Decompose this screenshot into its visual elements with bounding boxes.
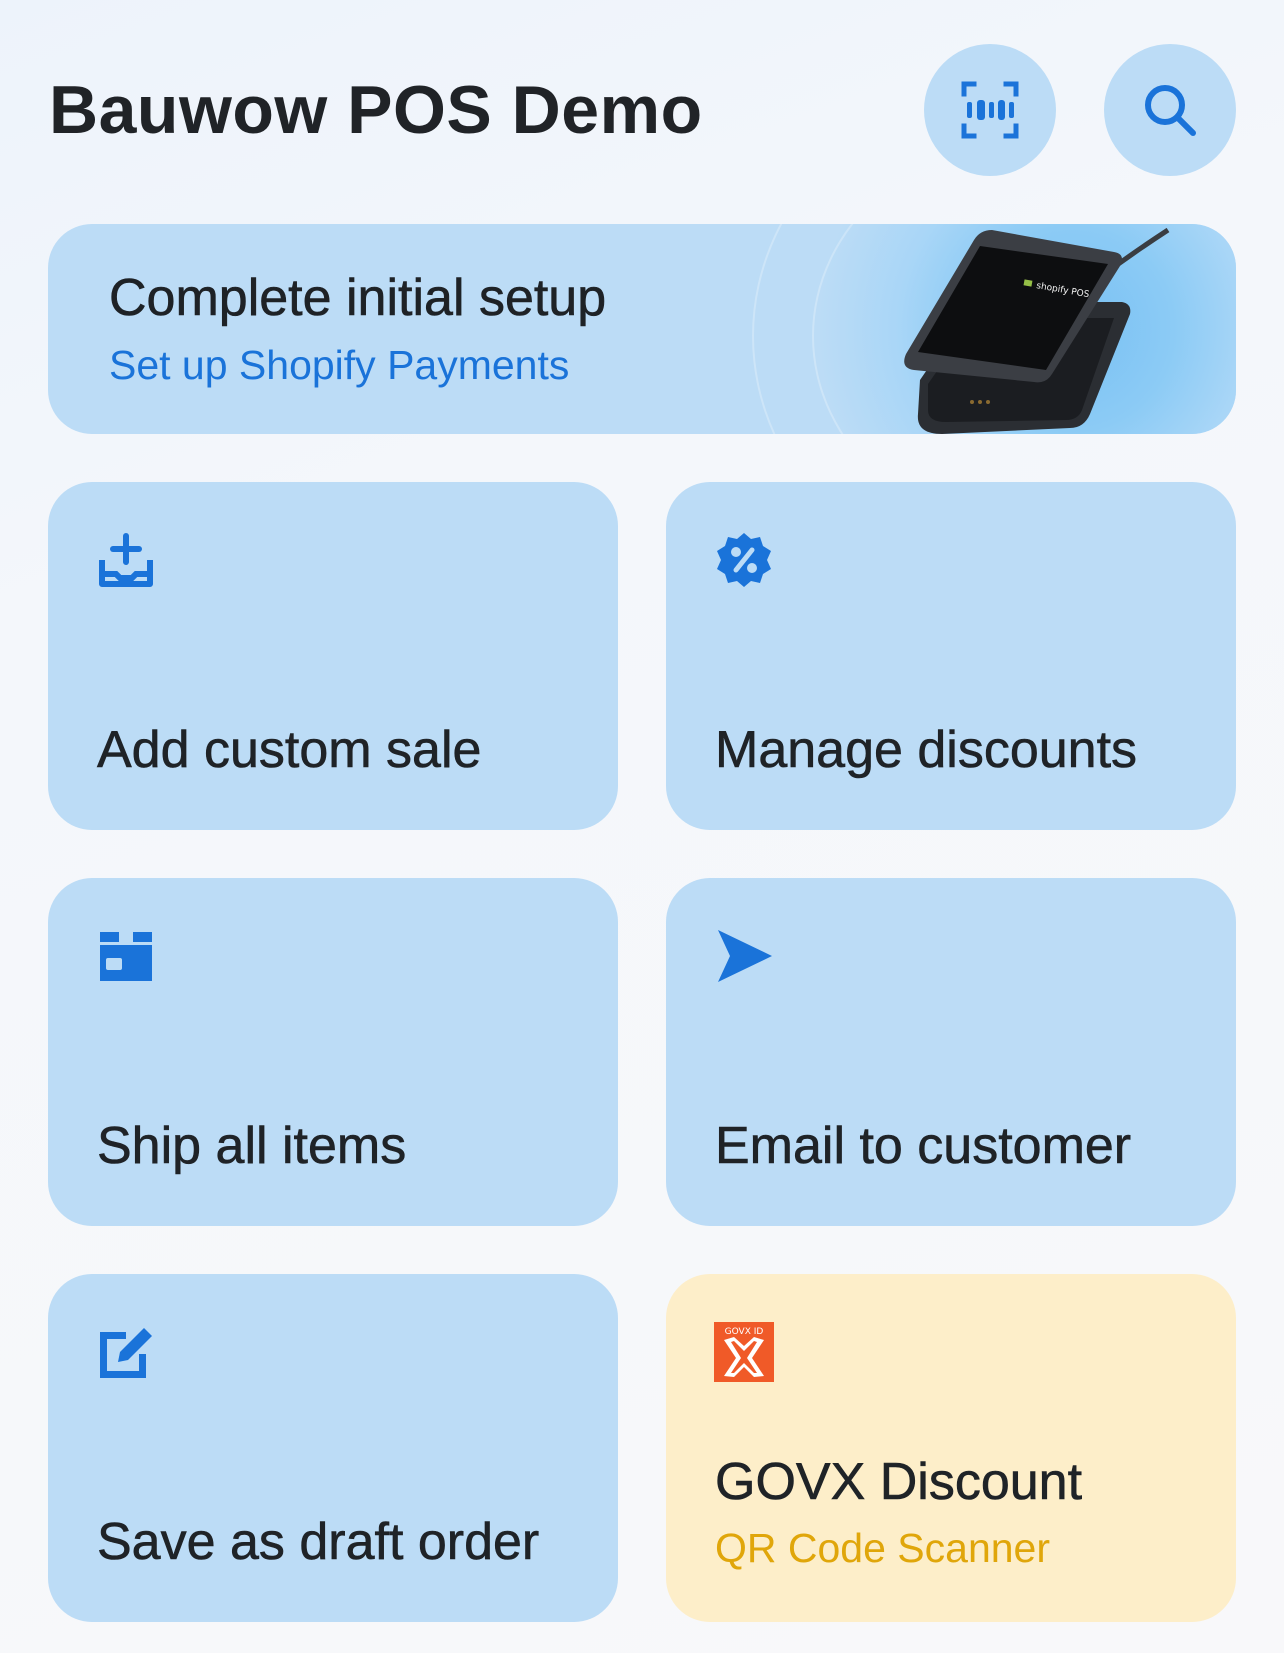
search-button[interactable]: [1104, 44, 1236, 176]
govx-discount-tile[interactable]: GOVX ID GOVX Discount QR Code Scanner: [666, 1274, 1236, 1622]
edit-note-icon: [100, 1328, 152, 1378]
govx-id-logo-icon: GOVX ID: [714, 1322, 774, 1382]
discount-badge-icon: [717, 533, 771, 587]
tile-label: Ship all items: [97, 1117, 407, 1176]
tile-label: Add custom sale: [97, 721, 482, 780]
setup-banner[interactable]: Complete initial setup Set up Shopify Pa…: [48, 224, 1236, 434]
tile-label: GOVX Discount: [715, 1453, 1083, 1512]
save-as-draft-order-tile[interactable]: Save as draft order: [48, 1274, 618, 1622]
package-icon: [100, 932, 152, 981]
tray-plus-icon: [99, 533, 153, 587]
tile-label: Save as draft order: [97, 1513, 540, 1572]
logo-text: GOVX ID: [725, 1327, 764, 1337]
scan-button[interactable]: [924, 44, 1056, 176]
tile-label: Manage discounts: [715, 721, 1138, 780]
tile-subtitle: QR Code Scanner: [715, 1525, 1051, 1571]
add-custom-sale-tile[interactable]: Add custom sale: [48, 482, 618, 830]
search-icon: [1145, 85, 1196, 136]
barcode-scan-icon: [961, 81, 1019, 139]
setup-payments-link[interactable]: Set up Shopify Payments: [109, 341, 569, 389]
manage-discounts-tile[interactable]: Manage discounts: [666, 482, 1236, 830]
send-icon: [718, 930, 772, 982]
ship-all-items-tile[interactable]: Ship all items: [48, 878, 618, 1226]
tile-label: Email to customer: [715, 1117, 1132, 1176]
pos-device-image: shopify POS: [904, 227, 1170, 434]
page-title: Bauwow POS Demo: [49, 72, 703, 148]
email-to-customer-tile[interactable]: Email to customer: [666, 878, 1236, 1226]
banner-title: Complete initial setup: [109, 269, 607, 328]
